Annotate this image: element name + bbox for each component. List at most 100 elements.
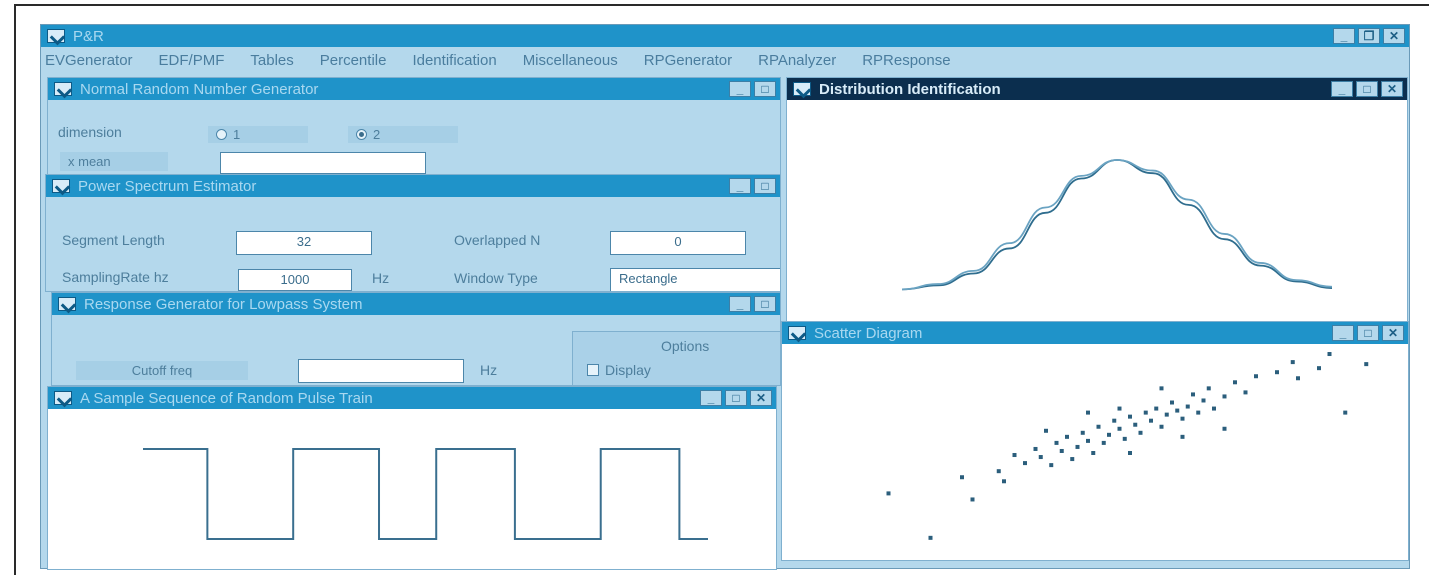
scatter-point [1290, 360, 1295, 365]
scatter-point [1159, 386, 1164, 391]
display-checkbox[interactable]: Display [587, 362, 651, 378]
pulse-train-titlebar[interactable]: A Sample Sequence of Random Pulse Train … [48, 387, 776, 409]
main-titlebar[interactable]: P&R _ ❐ ✕ [41, 25, 1409, 47]
minimize-icon[interactable]: _ [1331, 81, 1353, 97]
scatter-window: Scatter Diagram _ □ ✕ [781, 321, 1409, 561]
window-type-label: Window Type [454, 270, 538, 286]
scatter-point [1196, 410, 1201, 415]
scatter-point [1117, 426, 1122, 431]
window-icon [52, 179, 70, 193]
menu-miscellaneous[interactable]: Miscellaneous [523, 52, 618, 69]
scatter-point [1044, 428, 1048, 433]
distribution-plot [901, 159, 1333, 291]
minimize-icon[interactable]: _ [729, 178, 751, 194]
menu-identification[interactable]: Identification [412, 52, 496, 69]
dimension-label: dimension [58, 124, 122, 140]
distribution-id-window: Distribution Identification _ □ ✕ [786, 77, 1408, 323]
scatter-point [1243, 390, 1248, 395]
radio-label-2: 2 [373, 127, 381, 142]
menu-edf-pmf[interactable]: EDF/PMF [159, 52, 225, 69]
scatter-point [1023, 461, 1027, 466]
main-window: P&R _ ❐ ✕ EVGenerator EDF/PMF Tables Per… [40, 24, 1410, 570]
scatter-point [1149, 418, 1153, 423]
scatter-point [1254, 374, 1258, 379]
checkbox-box [587, 364, 599, 376]
maximize-icon[interactable]: □ [725, 390, 747, 406]
scatter-point [1180, 416, 1185, 421]
power-spectrum-title: Power Spectrum Estimator [78, 177, 257, 195]
scatter-plot [886, 352, 1369, 540]
scatter-point [960, 475, 964, 480]
maximize-icon[interactable]: □ [754, 296, 776, 312]
scatter-point [1128, 451, 1132, 455]
scatter-point [1233, 380, 1237, 385]
scatter-point [970, 497, 975, 502]
close-icon[interactable]: ✕ [750, 390, 772, 406]
menu-percentile[interactable]: Percentile [320, 52, 387, 69]
normal-generator-titlebar[interactable]: Normal Random Number Generator _ □ [48, 78, 780, 100]
cutoff-freq-label: Cutoff freq [76, 361, 248, 380]
minimize-icon[interactable]: _ [729, 81, 751, 97]
distribution-id-titlebar[interactable]: Distribution Identification _ □ ✕ [787, 78, 1407, 100]
menu-bar: EVGenerator EDF/PMF Tables Percentile Id… [41, 47, 1409, 73]
scatter-titlebar[interactable]: Scatter Diagram _ □ ✕ [782, 322, 1408, 344]
minimize-icon[interactable]: _ [700, 390, 722, 406]
window-type-select[interactable]: Rectangle [610, 268, 780, 291]
scatter-point [1107, 432, 1111, 437]
scatter-point [1138, 430, 1143, 435]
sampling-rate-input[interactable]: 1000 [238, 269, 352, 291]
close-icon[interactable]: ✕ [1383, 28, 1405, 44]
cutoff-freq-input[interactable] [298, 359, 464, 383]
scatter-point [1275, 370, 1279, 375]
menu-evgenerator[interactable]: EVGenerator [45, 52, 133, 69]
maximize-icon[interactable]: □ [1357, 325, 1379, 341]
radio-label-1: 1 [233, 127, 241, 142]
dimension-radio-2[interactable]: 2 [348, 126, 458, 143]
pulse-train-line [143, 448, 708, 540]
pulse-train-title: A Sample Sequence of Random Pulse Train [80, 389, 373, 407]
scatter-point [1002, 479, 1006, 484]
minimize-icon[interactable]: _ [1332, 325, 1354, 341]
segment-length-input[interactable]: 32 [236, 231, 372, 255]
menu-tables[interactable]: Tables [250, 52, 293, 69]
scatter-point [1185, 404, 1190, 409]
scatter-point [1343, 410, 1348, 415]
scatter-title: Scatter Diagram [814, 324, 923, 342]
close-icon[interactable]: ✕ [1381, 81, 1403, 97]
maximize-icon[interactable]: □ [754, 81, 776, 97]
pulse-train-window: A Sample Sequence of Random Pulse Train … [47, 386, 777, 570]
dimension-radio-1[interactable]: 1 [208, 126, 308, 143]
menu-rpresponse[interactable]: RPResponse [862, 52, 950, 69]
sampling-rate-unit: Hz [372, 270, 390, 286]
scatter-point [1049, 463, 1054, 468]
scatter-point [1201, 398, 1206, 403]
distribution-curve-1 [901, 159, 1333, 291]
minimize-icon[interactable]: _ [1333, 28, 1355, 44]
response-generator-title: Response Generator for Lowpass System [84, 295, 363, 313]
menu-rpanalyzer[interactable]: RPAnalyzer [758, 52, 836, 69]
app-icon [47, 29, 65, 43]
maximize-icon[interactable]: □ [1356, 81, 1378, 97]
radio-dot-1 [216, 129, 227, 140]
scatter-point [1317, 366, 1321, 371]
scatter-point [1065, 434, 1069, 439]
display-checkbox-label: Display [605, 362, 651, 378]
response-generator-titlebar[interactable]: Response Generator for Lowpass System _ … [52, 293, 780, 315]
scatter-point [1222, 426, 1227, 431]
power-spectrum-titlebar[interactable]: Power Spectrum Estimator _ □ [46, 175, 780, 197]
scatter-point [1212, 406, 1216, 411]
scatter-point [1101, 440, 1106, 445]
menu-rpgenerator[interactable]: RPGenerator [644, 52, 732, 69]
radio-dot-2 [356, 129, 367, 140]
window-icon [58, 297, 76, 311]
scatter-point [1059, 448, 1064, 453]
overlapped-input[interactable]: 0 [610, 231, 746, 255]
minimize-icon[interactable]: _ [729, 296, 751, 312]
xmean-label: x mean [60, 152, 168, 171]
overlapped-label: Overlapped N [454, 232, 541, 248]
restore-icon[interactable]: ❐ [1358, 28, 1380, 44]
xmean-input[interactable] [220, 152, 426, 174]
close-icon[interactable]: ✕ [1382, 325, 1404, 341]
maximize-icon[interactable]: □ [754, 178, 776, 194]
cutoff-freq-unit: Hz [480, 362, 498, 378]
